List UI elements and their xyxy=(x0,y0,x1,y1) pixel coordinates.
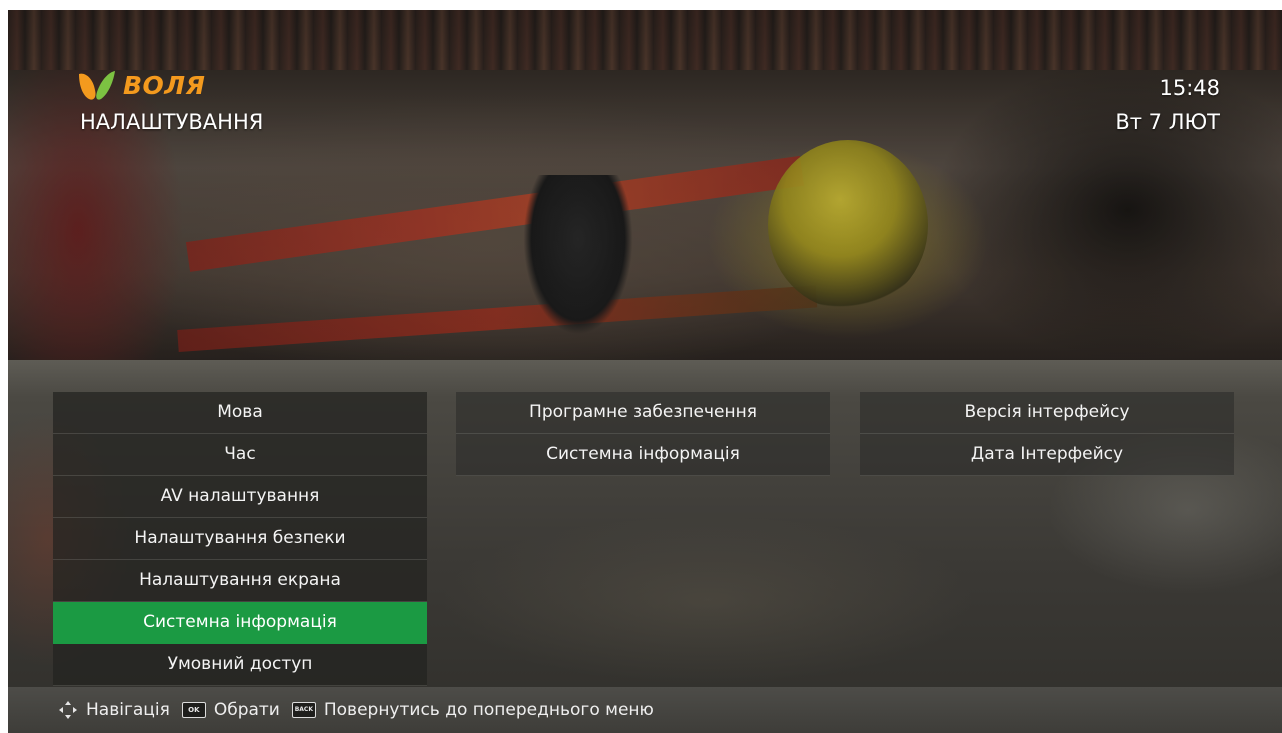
help-navigation: Навігація xyxy=(8,700,170,720)
dpad-icon xyxy=(59,701,77,719)
back-key-icon: BACK xyxy=(291,702,316,718)
brand-name: ВОЛЯ xyxy=(123,70,206,100)
page-title: НАЛАШТУВАННЯ xyxy=(80,110,264,134)
live-video-background xyxy=(8,10,1282,360)
submenu-item-software[interactable]: Програмне забезпечення xyxy=(456,392,830,434)
leaf-logo-icon xyxy=(79,71,115,100)
menu-item-time[interactable]: Час xyxy=(53,434,427,476)
info-item-interface-date: Дата Інтерфейсу xyxy=(860,434,1234,476)
help-back-label: Повернутись до попереднього меню xyxy=(323,700,654,720)
system-info-submenu: Програмне забезпечення Системна інформац… xyxy=(456,392,830,476)
menu-item-security-settings[interactable]: Налаштування безпеки xyxy=(53,518,427,560)
clock-date: Вт 7 ЛЮТ xyxy=(1115,110,1220,134)
help-ok: OK Обрати xyxy=(180,700,280,720)
help-back: BACK Повернутись до попереднього меню xyxy=(290,700,654,720)
brand-logo: ВОЛЯ xyxy=(75,68,205,102)
help-ok-label: Обрати xyxy=(213,700,280,720)
menu-item-system-info[interactable]: Системна інформація xyxy=(53,602,427,644)
tv-screen: ВОЛЯ НАЛАШТУВАННЯ 15:48 Вт 7 ЛЮТ Мова Ча… xyxy=(8,10,1282,733)
menu-item-screen-settings[interactable]: Налаштування екрана xyxy=(53,560,427,602)
help-navigation-label: Навігація xyxy=(86,700,170,720)
help-bar: Навігація OK Обрати BACK Повернутись до … xyxy=(8,687,1282,733)
ok-key-icon: OK xyxy=(181,702,206,718)
submenu-item-system-info[interactable]: Системна інформація xyxy=(456,434,830,476)
menu-item-av-settings[interactable]: AV налаштування xyxy=(53,476,427,518)
clock-time: 15:48 xyxy=(1159,76,1220,100)
menu-item-conditional-access[interactable]: Умовний доступ xyxy=(53,644,427,686)
info-column: Версія інтерфейсу Дата Інтерфейсу xyxy=(860,392,1234,476)
menu-item-language[interactable]: Мова xyxy=(53,392,427,434)
info-item-interface-version: Версія інтерфейсу xyxy=(860,392,1234,434)
settings-main-menu: Мова Час AV налаштування Налаштування бе… xyxy=(53,392,427,686)
